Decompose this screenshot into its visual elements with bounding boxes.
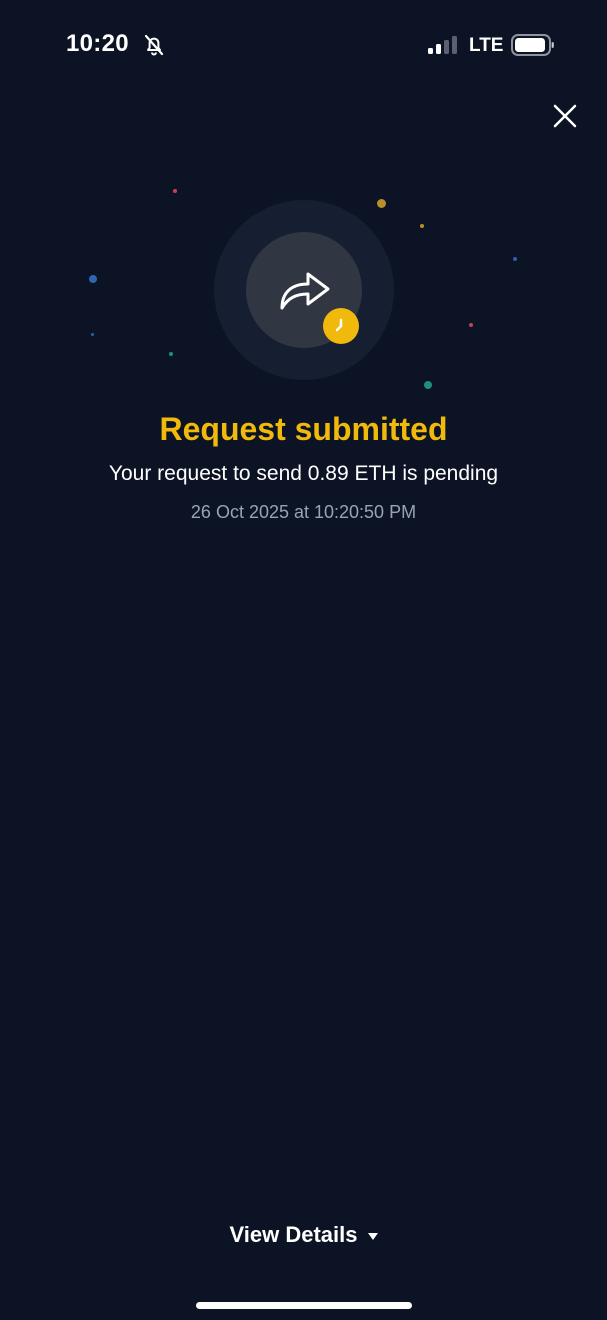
view-details-label: View Details — [229, 1222, 358, 1247]
close-icon — [553, 104, 577, 128]
confetti-dot — [169, 352, 173, 356]
status-time: 10:20 — [66, 30, 129, 57]
close-button[interactable] — [548, 99, 582, 133]
confetti-dot — [513, 257, 517, 261]
view-details-button[interactable]: View Details — [0, 1222, 607, 1248]
share-forward-icon — [280, 272, 330, 310]
confetti-dot — [89, 275, 97, 283]
signal-icon — [428, 36, 457, 54]
battery-icon — [511, 34, 554, 56]
bell-slash-icon — [144, 34, 164, 56]
status-message: Your request to send 0.89 ETH is pending — [108, 462, 499, 485]
confetti-dot — [173, 189, 177, 193]
confetti-dot — [420, 224, 424, 228]
confetti-dot — [91, 333, 94, 336]
caret-down-icon — [367, 1232, 378, 1240]
confetti-dot — [469, 323, 473, 327]
network-label: LTE — [469, 35, 504, 56]
pending-badge — [323, 308, 359, 344]
clock-icon — [335, 318, 343, 332]
timestamp: 26 Oct 2025 at 10:20:50 PM — [190, 502, 417, 522]
home-indicator — [196, 1302, 412, 1309]
request-submitted-screen: 10:20 LTE Request submitted Your request… — [0, 0, 607, 1320]
confetti-dot — [377, 199, 386, 208]
page-title: Request submitted — [159, 411, 448, 447]
confetti-dot — [424, 381, 432, 389]
